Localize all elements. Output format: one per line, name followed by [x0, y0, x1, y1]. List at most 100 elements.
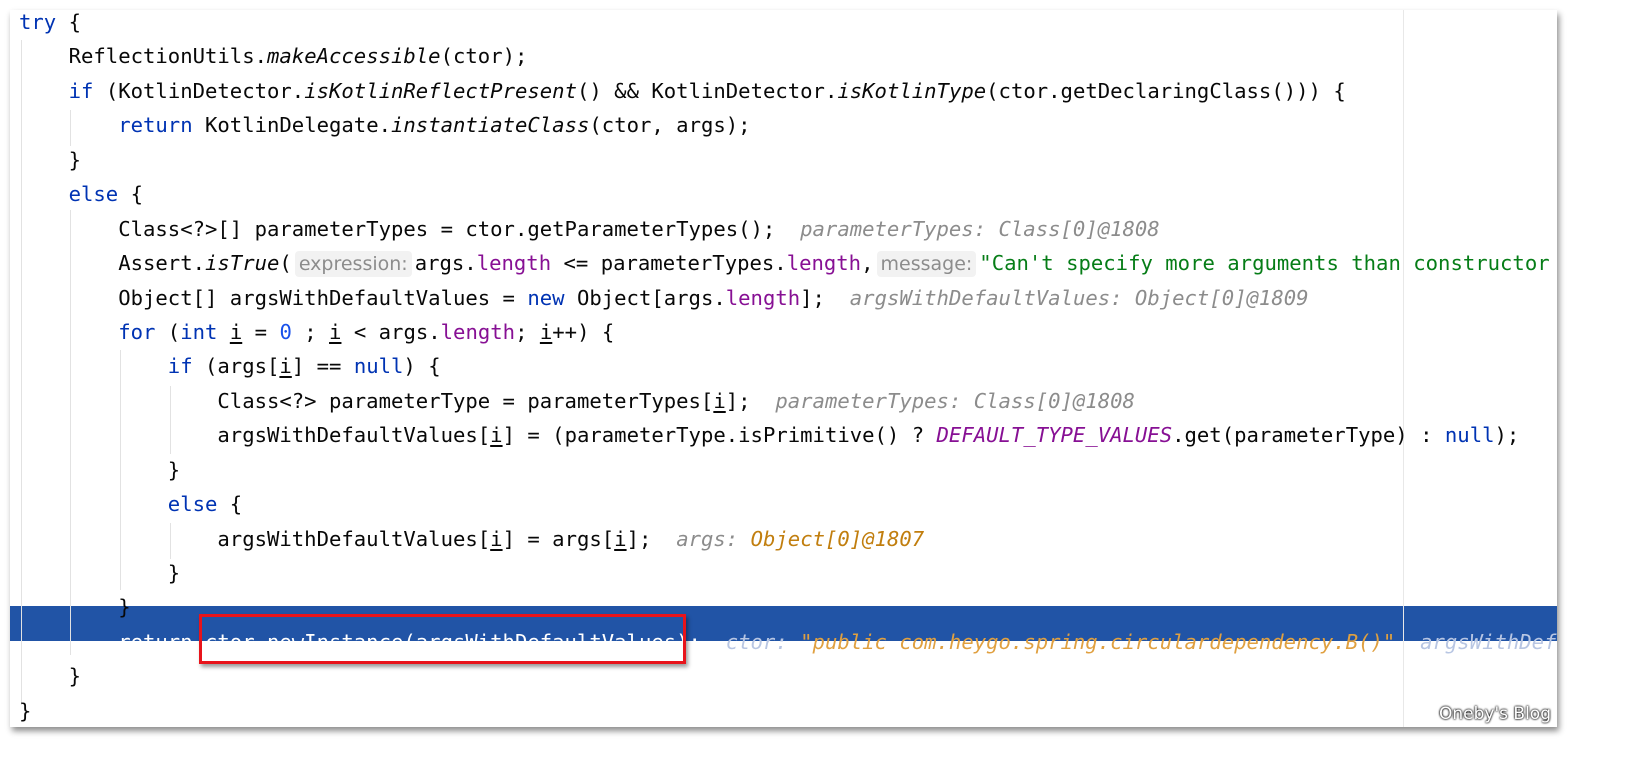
- code-token: }: [68, 664, 82, 689]
- keyword: else: [167, 492, 218, 517]
- code-token: argsWithDefaultValues[: [217, 526, 491, 551]
- variable: i: [279, 354, 292, 379]
- code-token: }: [68, 147, 82, 172]
- code-line[interactable]: argsWithDefaultValues[i] = (parameterTyp…: [19, 418, 1557, 452]
- code-token: ];: [725, 388, 751, 413]
- keyword: try: [19, 10, 57, 34]
- variable: i: [229, 319, 243, 344]
- code-token: {: [56, 10, 82, 34]
- method-call: isKotlinReflectPresent: [304, 78, 577, 103]
- watermark: Oneby's Blog: [1439, 704, 1551, 724]
- code-token: {: [217, 492, 243, 517]
- keyword: for: [118, 319, 156, 344]
- field: length: [725, 285, 801, 310]
- code-token: (KotlinDetector.: [93, 78, 305, 103]
- parameter-hint: expression:: [294, 251, 412, 278]
- code-line[interactable]: }: [19, 453, 1557, 487]
- code-token: Assert.: [118, 251, 205, 276]
- keyword: new: [527, 285, 565, 310]
- variable: i: [614, 526, 627, 551]
- code-token: < args.: [341, 319, 441, 344]
- code-token: ) {: [403, 354, 441, 379]
- code-editor[interactable]: try { ReflectionUtils.makeAccessible(cto…: [10, 10, 1557, 727]
- debug-inline-value: argsWithDefa: [1420, 629, 1557, 654]
- annotation-highlight-box: [199, 614, 686, 664]
- code-token: ];: [626, 526, 652, 551]
- code-token: argsWithDefaultValues[: [217, 423, 491, 448]
- keyword: int: [180, 319, 218, 344]
- code-line[interactable]: }: [19, 694, 1557, 727]
- code-line[interactable]: else {: [19, 487, 1557, 521]
- code-line[interactable]: Class<?> parameterType = parameterTypes[…: [19, 384, 1557, 418]
- keyword: if: [167, 354, 193, 379]
- code-token: }: [167, 457, 181, 482]
- code-line[interactable]: }: [19, 556, 1557, 590]
- code-token: Class<?>[] parameterTypes = ctor.getPara…: [118, 216, 776, 241]
- debug-inline-value: args:: [651, 526, 751, 551]
- variable: i: [329, 319, 342, 344]
- debug-inline-value: argsWithDefaultValues: Object[0]@1809: [824, 285, 1309, 310]
- code-line[interactable]: ReflectionUtils.makeAccessible(ctor);: [19, 39, 1557, 73]
- method-call: instantiateClass: [391, 113, 590, 138]
- code-token: ] ==: [291, 354, 354, 379]
- code-line[interactable]: return KotlinDelegate.instantiateClass(c…: [19, 108, 1557, 142]
- keyword: null: [1444, 423, 1495, 448]
- code-token: Object[args.: [564, 285, 726, 310]
- parameter-hint: message:: [876, 251, 977, 278]
- field: length: [440, 319, 516, 344]
- code-token: args.: [414, 251, 477, 276]
- code-line[interactable]: Class<?>[] parameterTypes = ctor.getPara…: [19, 212, 1557, 246]
- variable: i: [490, 526, 503, 551]
- string-literal: "Can't specify more arguments than const…: [979, 251, 1550, 276]
- code-line[interactable]: }: [19, 143, 1557, 177]
- code-token: ,: [861, 251, 874, 276]
- constant: DEFAULT_TYPE_VALUES: [936, 423, 1173, 448]
- code-line[interactable]: try {: [19, 10, 1557, 39]
- code-token: =: [242, 319, 280, 344]
- code-token: );: [1494, 423, 1520, 448]
- code-token: ;: [291, 319, 330, 344]
- code-token: .get(parameterType) :: [1172, 423, 1445, 448]
- code-line[interactable]: Object[] argsWithDefaultValues = new Obj…: [19, 281, 1557, 315]
- debug-inline-value: ctor:: [700, 629, 801, 654]
- code-line[interactable]: argsWithDefaultValues[i] = args[i]; args…: [19, 522, 1557, 556]
- code-line[interactable]: for (int i = 0 ; i < args.length; i++) {: [19, 315, 1557, 349]
- keyword: null: [353, 354, 404, 379]
- code-token: }: [19, 698, 32, 723]
- number: 0: [279, 319, 292, 344]
- code-line[interactable]: if (KotlinDetector.isKotlinReflectPresen…: [19, 74, 1557, 108]
- code-token: (args[: [192, 354, 280, 379]
- code-token: ++) {: [552, 319, 615, 344]
- debug-inline-value: Object[0]@1807: [750, 526, 925, 551]
- keyword: return: [118, 113, 193, 138]
- code-line[interactable]: }: [19, 659, 1557, 693]
- code-token: (ctor);: [440, 44, 528, 69]
- code-token: (: [279, 251, 292, 276]
- code-token: ] = args[: [502, 526, 615, 551]
- code-line[interactable]: if (args[i] == null) {: [19, 349, 1557, 383]
- code-token: (ctor.getDeclaringClass())) {: [986, 78, 1346, 103]
- code-line[interactable]: Assert.isTrue(expression: args.length <= …: [19, 246, 1557, 280]
- code-line[interactable]: else {: [19, 177, 1557, 211]
- code-token: }: [167, 561, 181, 585]
- code-token: Class<?> parameterType = parameterTypes[: [217, 388, 714, 413]
- method-call: isTrue: [205, 251, 280, 276]
- code-token: ReflectionUtils.: [68, 44, 267, 69]
- variable: i: [713, 388, 726, 413]
- code-token: KotlinDelegate.: [192, 113, 391, 138]
- keyword: if: [68, 78, 94, 103]
